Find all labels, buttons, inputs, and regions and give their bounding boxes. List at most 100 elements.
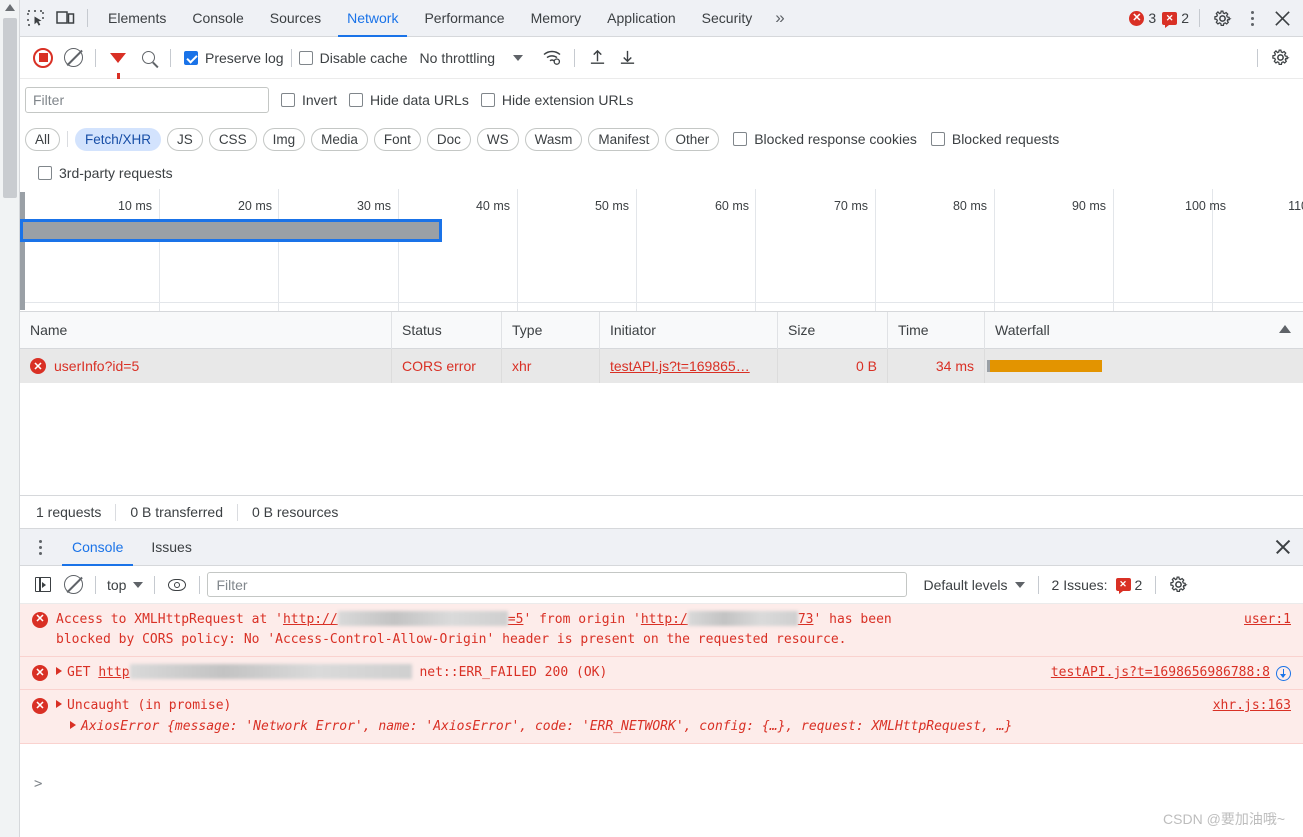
- column-header-initiator[interactable]: Initiator: [600, 311, 778, 349]
- scrollbar-thumb[interactable]: [3, 18, 17, 198]
- issue-count-badge[interactable]: ✕ 2: [1159, 10, 1192, 28]
- gear-icon[interactable]: [1207, 4, 1237, 32]
- search-icon[interactable]: [133, 44, 163, 72]
- more-tabs-icon[interactable]: »: [765, 8, 792, 28]
- blocked-response-cookies-checkbox[interactable]: Blocked response cookies: [733, 131, 917, 147]
- filter-funnel-icon[interactable]: [103, 44, 133, 79]
- axios-error-line: AxiosError {message: 'Network Error', na…: [56, 717, 1293, 737]
- column-header-size[interactable]: Size: [778, 311, 888, 349]
- table-row[interactable]: ✕ userInfo?id=5 CORS error xhr testAPI.j…: [20, 349, 1303, 383]
- console-settings-gear-icon[interactable]: [1163, 571, 1193, 599]
- network-conditions-icon[interactable]: [537, 44, 567, 72]
- type-filter-wasm[interactable]: Wasm: [524, 127, 583, 151]
- tab-security[interactable]: Security: [689, 0, 766, 37]
- scroll-up-arrow-icon[interactable]: [5, 4, 15, 11]
- page-scrollbar[interactable]: [0, 0, 20, 837]
- expand-triangle-icon-1[interactable]: [56, 667, 62, 676]
- console-sidebar-icon[interactable]: [28, 571, 58, 599]
- console-filter-input[interactable]: [207, 572, 908, 597]
- console-source-link-3[interactable]: xhr.js:163: [1213, 696, 1291, 716]
- tab-network[interactable]: Network: [334, 0, 411, 37]
- console-context-select[interactable]: top: [103, 577, 147, 593]
- type-filter-doc[interactable]: Doc: [426, 127, 471, 151]
- tab-performance[interactable]: Performance: [411, 0, 517, 37]
- column-header-time[interactable]: Time: [888, 311, 985, 349]
- console-levels-select[interactable]: Default levels: [917, 577, 1030, 593]
- import-har-icon[interactable]: [582, 44, 612, 72]
- hide-extension-urls-checkbox[interactable]: Hide extension URLs: [480, 92, 633, 108]
- net-divider-3: [290, 48, 292, 67]
- drawer-tab-issues[interactable]: Issues: [137, 529, 205, 566]
- cors-url-prefix-2[interactable]: http:/: [641, 612, 688, 627]
- type-filter-img[interactable]: Img: [262, 127, 306, 151]
- chevron-down-icon[interactable]: [513, 54, 524, 61]
- column-header-type[interactable]: Type: [502, 311, 600, 349]
- get-url-prefix[interactable]: http: [98, 665, 129, 680]
- cors-url-prefix-1[interactable]: http://: [283, 612, 338, 627]
- cell-name[interactable]: ✕ userInfo?id=5: [20, 349, 392, 383]
- kebab-menu-icon[interactable]: [1237, 4, 1267, 32]
- tab-application[interactable]: Application: [594, 0, 689, 37]
- console-source-link-1[interactable]: user:1: [1244, 610, 1291, 630]
- overview-selection-band[interactable]: [20, 219, 442, 242]
- record-stop-icon[interactable]: [28, 44, 58, 72]
- type-filter-css[interactable]: CSS: [208, 127, 257, 151]
- drawer-tab-console[interactable]: Console: [58, 529, 137, 566]
- initiator-link[interactable]: testAPI.js?t=169865…: [610, 358, 750, 374]
- network-overview-timeline[interactable]: 10 ms 20 ms 30 ms 40 ms 50 ms 60 ms 70 m…: [20, 189, 1303, 312]
- invert-checkbox[interactable]: Invert: [281, 92, 337, 108]
- tab-memory[interactable]: Memory: [518, 0, 595, 37]
- export-har-icon[interactable]: [612, 44, 642, 72]
- third-party-requests-checkbox[interactable]: 3rd-party requests: [38, 165, 173, 181]
- console-message-cors[interactable]: ✕ user:1 Access to XMLHttpRequest at 'ht…: [20, 604, 1303, 658]
- type-filter-ws[interactable]: WS: [476, 127, 519, 151]
- network-filter-input[interactable]: [25, 87, 269, 113]
- sort-ascending-icon[interactable]: [1279, 324, 1291, 333]
- hide-data-urls-checkbox[interactable]: Hide data URLs: [349, 92, 469, 108]
- console-issues-badge[interactable]: 2 Issues: ✕ 2: [1046, 577, 1149, 594]
- live-expression-icon[interactable]: [162, 571, 192, 599]
- disable-cache-checkbox[interactable]: Disable cache: [298, 50, 408, 66]
- third-party-row: 3rd-party requests: [20, 157, 1303, 189]
- overview-selection-left-handle[interactable]: [20, 192, 25, 310]
- clear-console-icon[interactable]: [58, 571, 88, 599]
- column-header-waterfall[interactable]: Waterfall: [985, 312, 1303, 349]
- error-count-badge[interactable]: ✕ 3: [1126, 10, 1159, 26]
- cors-url-suffix-1[interactable]: =5: [508, 612, 524, 627]
- devtools-tabstrip: Elements Console Sources Network Perform…: [20, 0, 1303, 37]
- tab-console[interactable]: Console: [179, 0, 256, 37]
- cell-initiator[interactable]: testAPI.js?t=169865…: [600, 349, 778, 383]
- inspect-element-icon[interactable]: [20, 4, 50, 32]
- console-source-link-2[interactable]: testAPI.js?t=1698656986788:8: [1051, 663, 1291, 683]
- tab-sources[interactable]: Sources: [257, 0, 334, 37]
- close-icon[interactable]: [1267, 4, 1297, 32]
- cell-time: 34 ms: [888, 349, 985, 383]
- console-source-link-2-label[interactable]: testAPI.js?t=1698656986788:8: [1051, 663, 1270, 683]
- type-filter-js[interactable]: JS: [167, 127, 203, 151]
- blocked-requests-checkbox[interactable]: Blocked requests: [930, 131, 1059, 147]
- type-filter-manifest[interactable]: Manifest: [588, 127, 660, 151]
- type-filter-other[interactable]: Other: [665, 127, 720, 151]
- device-toolbar-icon[interactable]: [50, 4, 80, 32]
- expand-triangle-icon-2[interactable]: [56, 700, 62, 709]
- type-filter-fetch-xhr[interactable]: Fetch/XHR: [75, 127, 162, 151]
- type-filter-font[interactable]: Font: [373, 127, 421, 151]
- drawer-close-icon[interactable]: [1273, 537, 1293, 557]
- network-settings-gear-icon[interactable]: [1265, 44, 1295, 72]
- preserve-log-checkbox[interactable]: Preserve log: [184, 50, 284, 66]
- console-message-get-failed[interactable]: ✕ testAPI.js?t=1698656986788:8 GET http …: [20, 657, 1303, 691]
- column-header-status[interactable]: Status: [392, 311, 502, 349]
- clear-icon[interactable]: [58, 44, 88, 72]
- cors-url-suffix-2[interactable]: 73: [798, 612, 814, 627]
- type-filter-media[interactable]: Media: [311, 127, 368, 151]
- get-method-label: GET: [67, 665, 91, 681]
- learn-more-info-icon[interactable]: [1276, 665, 1291, 681]
- column-header-name[interactable]: Name: [20, 311, 392, 349]
- drawer-kebab-menu-icon[interactable]: [30, 535, 50, 559]
- throttling-select[interactable]: No throttling: [420, 50, 495, 66]
- console-message-axios-error[interactable]: ✕ xhr.js:163 Uncaught (in promise) Axios…: [20, 690, 1303, 744]
- type-filter-all[interactable]: All: [25, 127, 61, 151]
- console-prompt[interactable]: >: [34, 776, 42, 792]
- tab-elements[interactable]: Elements: [95, 0, 179, 37]
- expand-triangle-icon-3[interactable]: [70, 720, 76, 729]
